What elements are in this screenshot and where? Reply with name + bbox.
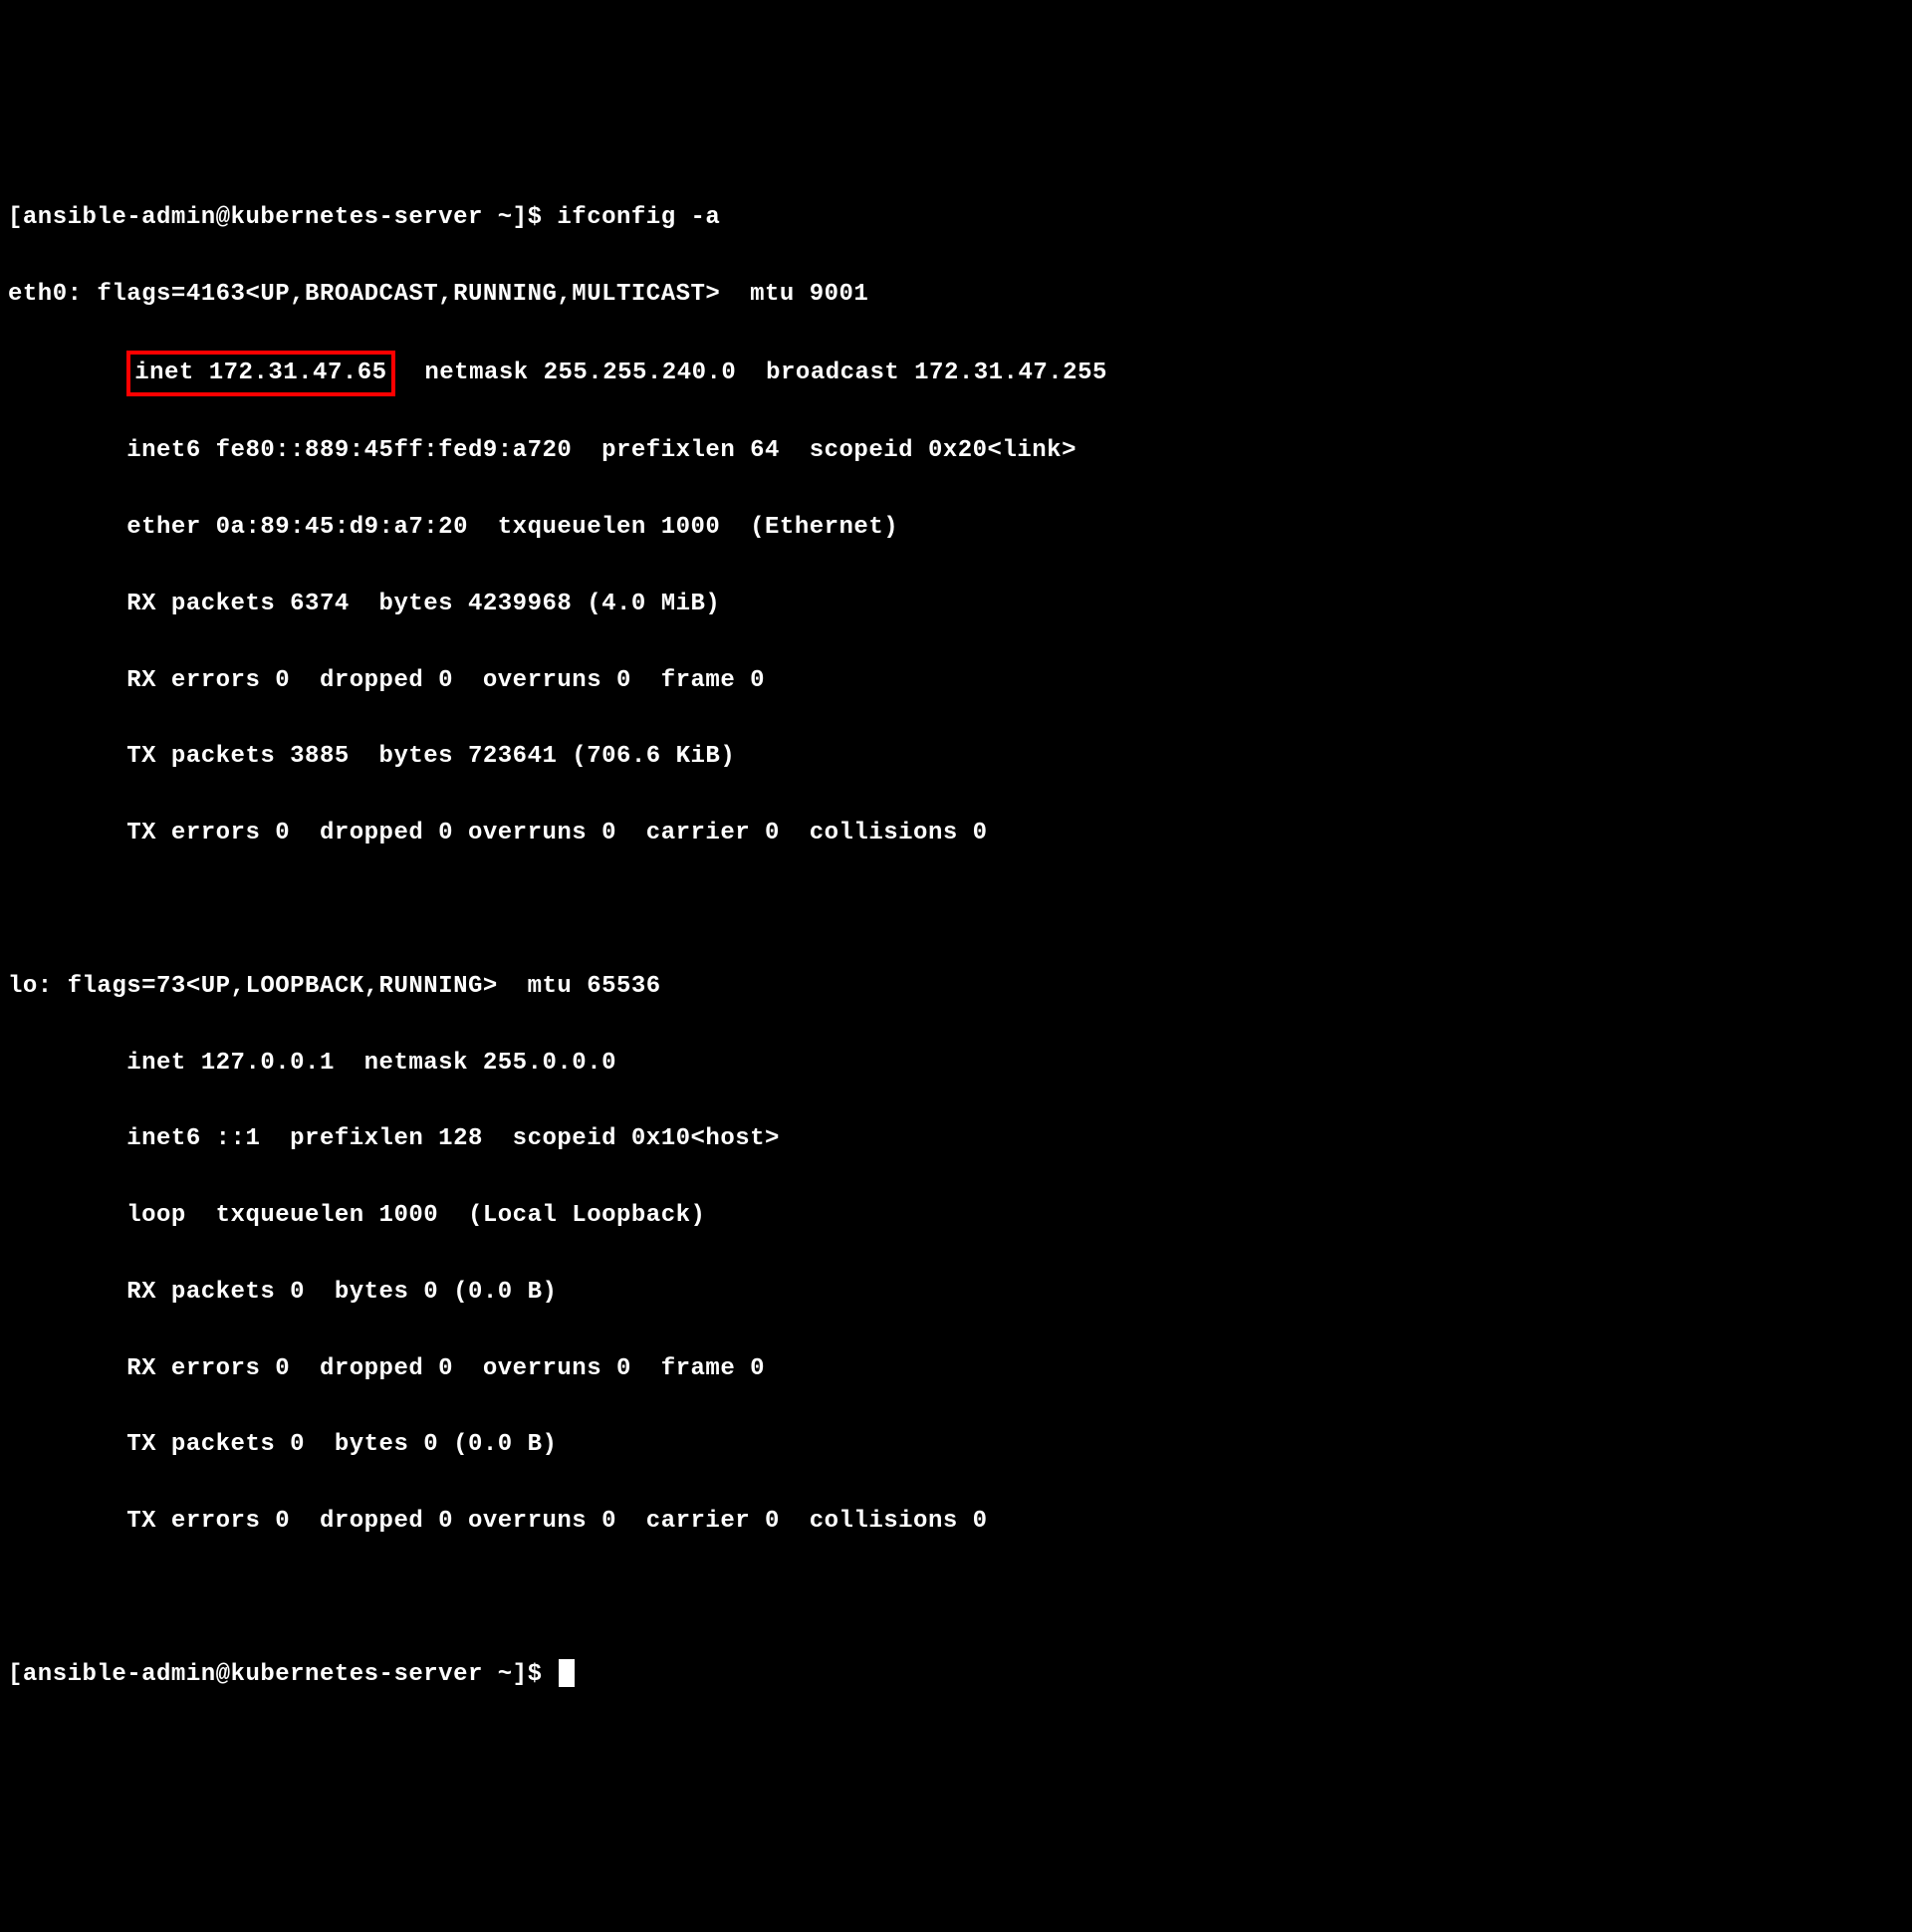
blank-line bbox=[8, 1579, 1904, 1617]
terminal-output: [ansible-admin@kubernetes-server ~]$ ifc… bbox=[8, 161, 1904, 1733]
eth0-tx-packets: TX packets 3885 bytes 723641 (706.6 KiB) bbox=[8, 738, 1904, 776]
prompt-line-2[interactable]: [ansible-admin@kubernetes-server ~]$ bbox=[8, 1656, 1904, 1694]
lo-inet: inet 127.0.0.1 netmask 255.0.0.0 bbox=[8, 1045, 1904, 1083]
shell-prompt: [ansible-admin@kubernetes-server ~]$ bbox=[8, 1661, 557, 1688]
lo-tx-packets: TX packets 0 bytes 0 (0.0 B) bbox=[8, 1426, 1904, 1464]
lo-loop: loop txqueuelen 1000 (Local Loopback) bbox=[8, 1197, 1904, 1235]
eth0-tx-errors: TX errors 0 dropped 0 overruns 0 carrier… bbox=[8, 815, 1904, 852]
blank-line bbox=[8, 891, 1904, 929]
lo-header: lo: flags=73<UP,LOOPBACK,RUNNING> mtu 65… bbox=[8, 968, 1904, 1006]
eth0-rx-errors: RX errors 0 dropped 0 overruns 0 frame 0 bbox=[8, 662, 1904, 700]
lo-rx-packets: RX packets 0 bytes 0 (0.0 B) bbox=[8, 1274, 1904, 1312]
eth0-rx-packets: RX packets 6374 bytes 4239968 (4.0 MiB) bbox=[8, 586, 1904, 623]
lo-tx-errors: TX errors 0 dropped 0 overruns 0 carrier… bbox=[8, 1503, 1904, 1541]
eth0-header: eth0: flags=4163<UP,BROADCAST,RUNNING,MU… bbox=[8, 276, 1904, 314]
shell-prompt: [ansible-admin@kubernetes-server ~]$ bbox=[8, 204, 557, 231]
inet-rest: netmask 255.255.240.0 broadcast 172.31.4… bbox=[395, 360, 1107, 386]
eth0-inet6: inet6 fe80::889:45ff:fed9:a720 prefixlen… bbox=[8, 432, 1904, 470]
command-text: ifconfig -a bbox=[557, 204, 720, 231]
command-line[interactable]: [ansible-admin@kubernetes-server ~]$ ifc… bbox=[8, 199, 1904, 237]
eth0-inet-line: inet 172.31.47.65 netmask 255.255.240.0 … bbox=[8, 353, 1904, 394]
lo-rx-errors: RX errors 0 dropped 0 overruns 0 frame 0 bbox=[8, 1350, 1904, 1388]
eth0-ether: ether 0a:89:45:d9:a7:20 txqueuelen 1000 … bbox=[8, 509, 1904, 547]
lo-inet6: inet6 ::1 prefixlen 128 scopeid 0x10<hos… bbox=[8, 1120, 1904, 1158]
inet-highlight: inet 172.31.47.65 bbox=[126, 351, 394, 396]
cursor-icon bbox=[559, 1659, 575, 1687]
